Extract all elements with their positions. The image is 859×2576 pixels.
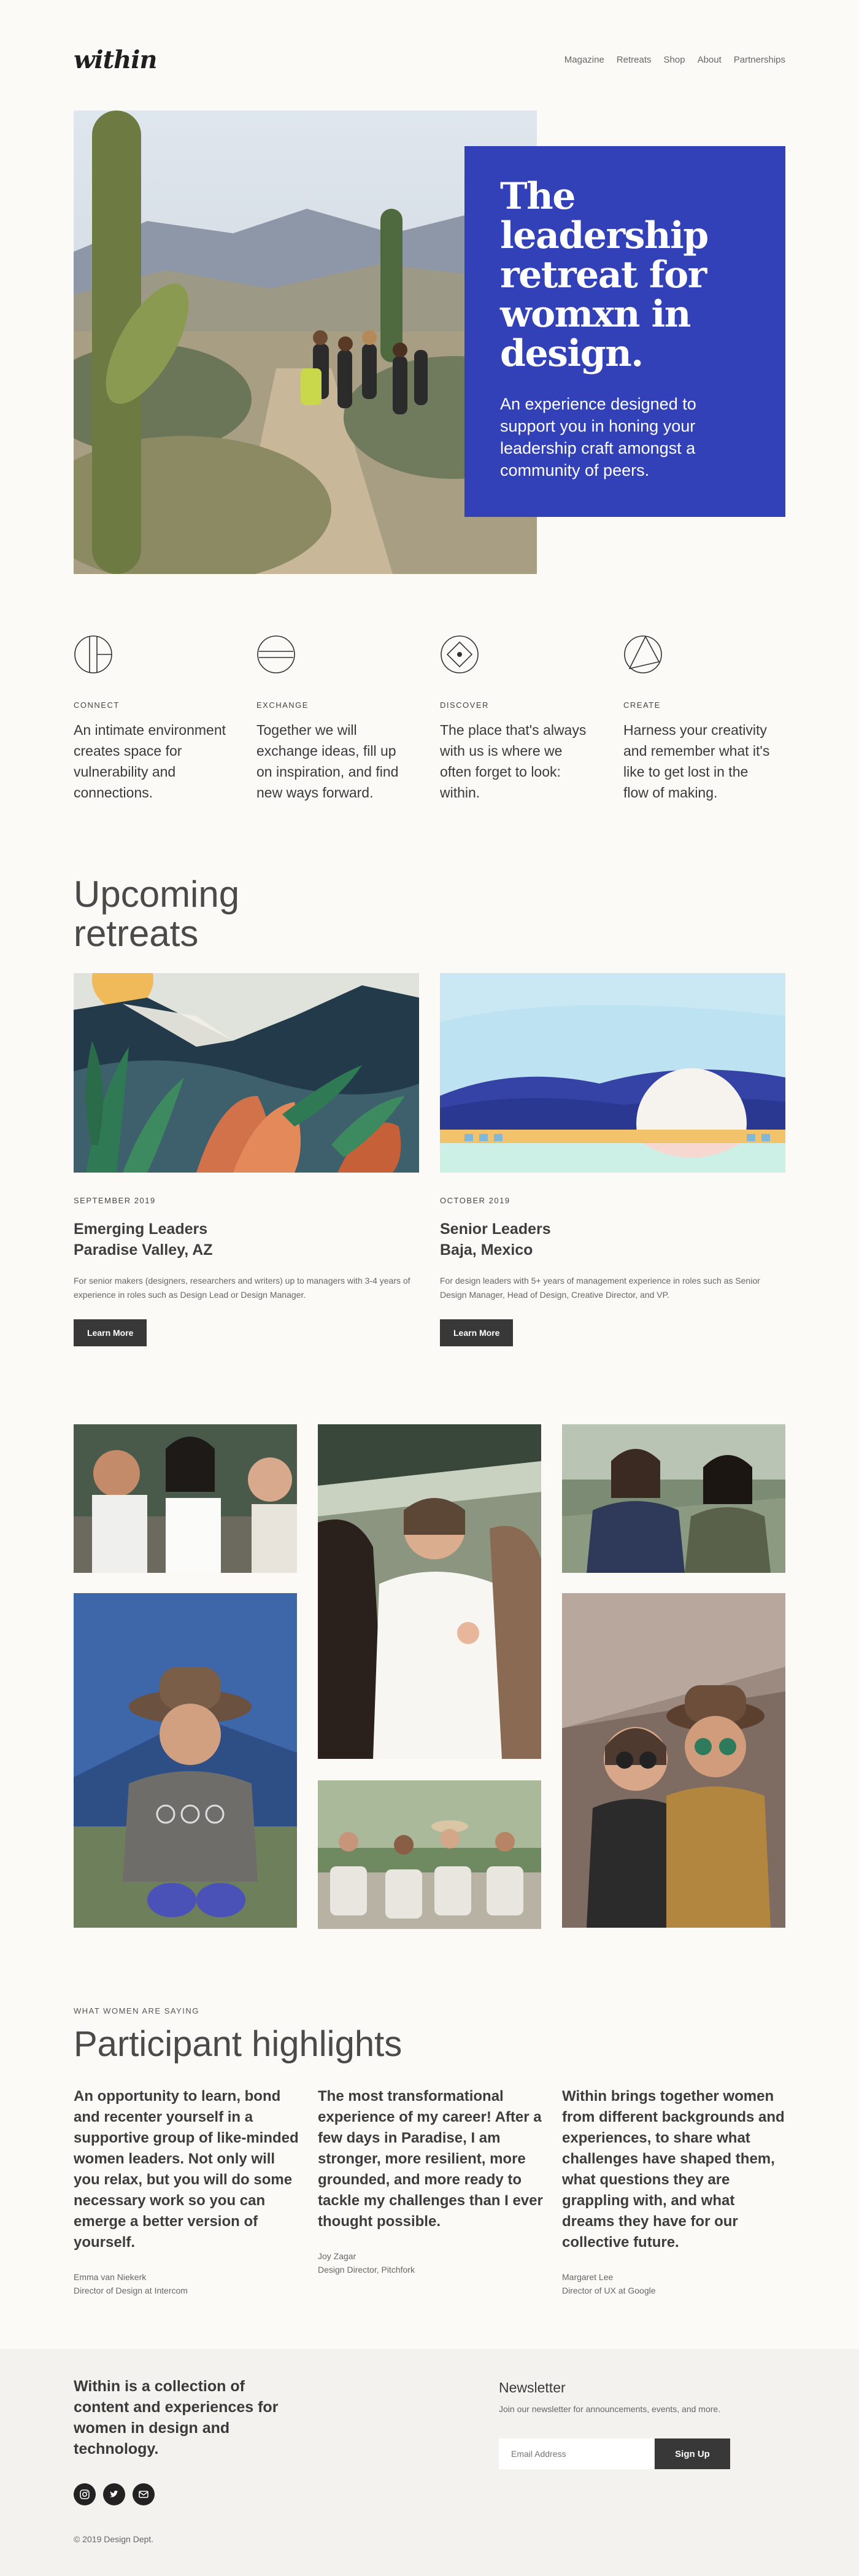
copyright: © 2019 Design Dept. [74,2534,154,2544]
section-title-retreats: Upcoming retreats [74,874,240,954]
learn-more-button[interactable]: Learn More [74,1319,147,1346]
nav-about[interactable]: About [698,55,722,65]
hero-subtitle: An experience designed to support you in… [500,395,696,479]
newsletter-subtitle: Join our newsletter for announcements, e… [499,2404,721,2414]
highlights-title: Participant highlights [74,2024,403,2064]
feature-label: EXCHANGE [256,700,309,710]
retreat-card-emerging: SEPTEMBER 2019 Emerging Leaders Paradise … [74,973,419,1346]
feature-text: Harness your creativity and remember wha… [623,722,770,801]
nav-retreats[interactable]: Retreats [617,55,652,65]
nav-shop[interactable]: Shop [664,55,685,65]
feature-text: The place that's always with us is where… [440,722,587,801]
feature-label: CONNECT [74,700,120,710]
site-logo[interactable]: within [74,45,157,74]
feature-connect: CONNECT An intimate environment creates … [74,635,227,803]
testimonial: An opportunity to learn, bond and recent… [74,2086,299,2297]
retreat-title: Senior Leaders Baja, Mexico [440,1220,551,1259]
signup-button[interactable]: Sign Up [655,2438,730,2469]
feature-exchange: EXCHANGE Together we will exchange ideas… [256,635,410,803]
feature-label: DISCOVER [440,700,489,710]
retreat-illustration-beach[interactable] [440,973,785,1173]
gallery-photo-women-sunglasses [562,1593,785,1928]
nav-magazine[interactable]: Magazine [564,55,604,65]
nav-partnerships[interactable]: Partnerships [734,55,785,65]
retreat-date: OCTOBER 2019 [440,1196,510,1205]
retreat-title: Emerging Leaders Paradise Valley, AZ [74,1220,213,1259]
testimonial: The most transformational experience of … [318,2086,543,2276]
email-icon[interactable] [133,2483,155,2505]
testimonial-quote: Within brings together women from differ… [562,2088,785,2251]
testimonial-quote: An opportunity to learn, bond and recent… [74,2088,299,2251]
gallery-photo-group-patio [318,1780,541,1929]
social-links [74,2483,155,2505]
retreat-card-senior: OCTOBER 2019 Senior Leaders Baja, Mexico … [440,973,785,1346]
hero-card: The leadership retreat for womxn in desi… [464,146,785,517]
gallery-photo-women-laughing [74,1424,297,1573]
testimonial-author: Emma van Niekerk Director of Design at In… [74,2272,188,2295]
testimonial-author: Margaret Lee Director of UX at Google [562,2272,656,2295]
highlights-eyebrow: WHAT WOMEN ARE SAYING [74,2006,199,2015]
feature-text: An intimate environment creates space fo… [74,722,226,801]
twitter-icon[interactable] [103,2483,125,2505]
retreat-date: SEPTEMBER 2019 [74,1196,156,1205]
feature-create: CREATE Harness your creativity and remem… [623,635,777,803]
main-nav: Magazine Retreats Shop About Partnership… [564,55,785,65]
testimonial-author: Joy Zagar Design Director, Pitchfork [318,2251,415,2275]
retreat-description: For design leaders with 5+ years of mana… [440,1276,760,1300]
circle-triangle-icon [624,635,662,673]
hero-title: The leadership retreat for womxn in desi… [500,175,709,375]
retreat-description: For senior makers (designers, researcher… [74,1276,410,1300]
circle-diamond-icon [441,635,479,673]
feature-discover: DISCOVER The place that's always with us… [440,635,593,803]
gallery-photo-woman-hat [74,1593,297,1928]
testimonial: Within brings together women from differ… [562,2086,787,2297]
circle-lines-icon [257,635,295,673]
learn-more-button[interactable]: Learn More [440,1319,514,1346]
newsletter-title: Newsletter [499,2380,566,2396]
circle-split-icon [74,635,112,673]
gallery-photo-woman-laughing-wine [318,1424,541,1759]
retreat-illustration-desert[interactable] [74,973,419,1173]
email-field[interactable] [499,2438,653,2469]
gallery-photo-women-sitting [562,1424,785,1573]
testimonial-quote: The most transformational experience of … [318,2088,543,2230]
feature-label: CREATE [623,700,661,710]
instagram-icon[interactable] [74,2483,96,2505]
feature-text: Together we will exchange ideas, fill up… [256,722,399,801]
footer-tagline: Within is a collection of content and ex… [74,2378,279,2458]
